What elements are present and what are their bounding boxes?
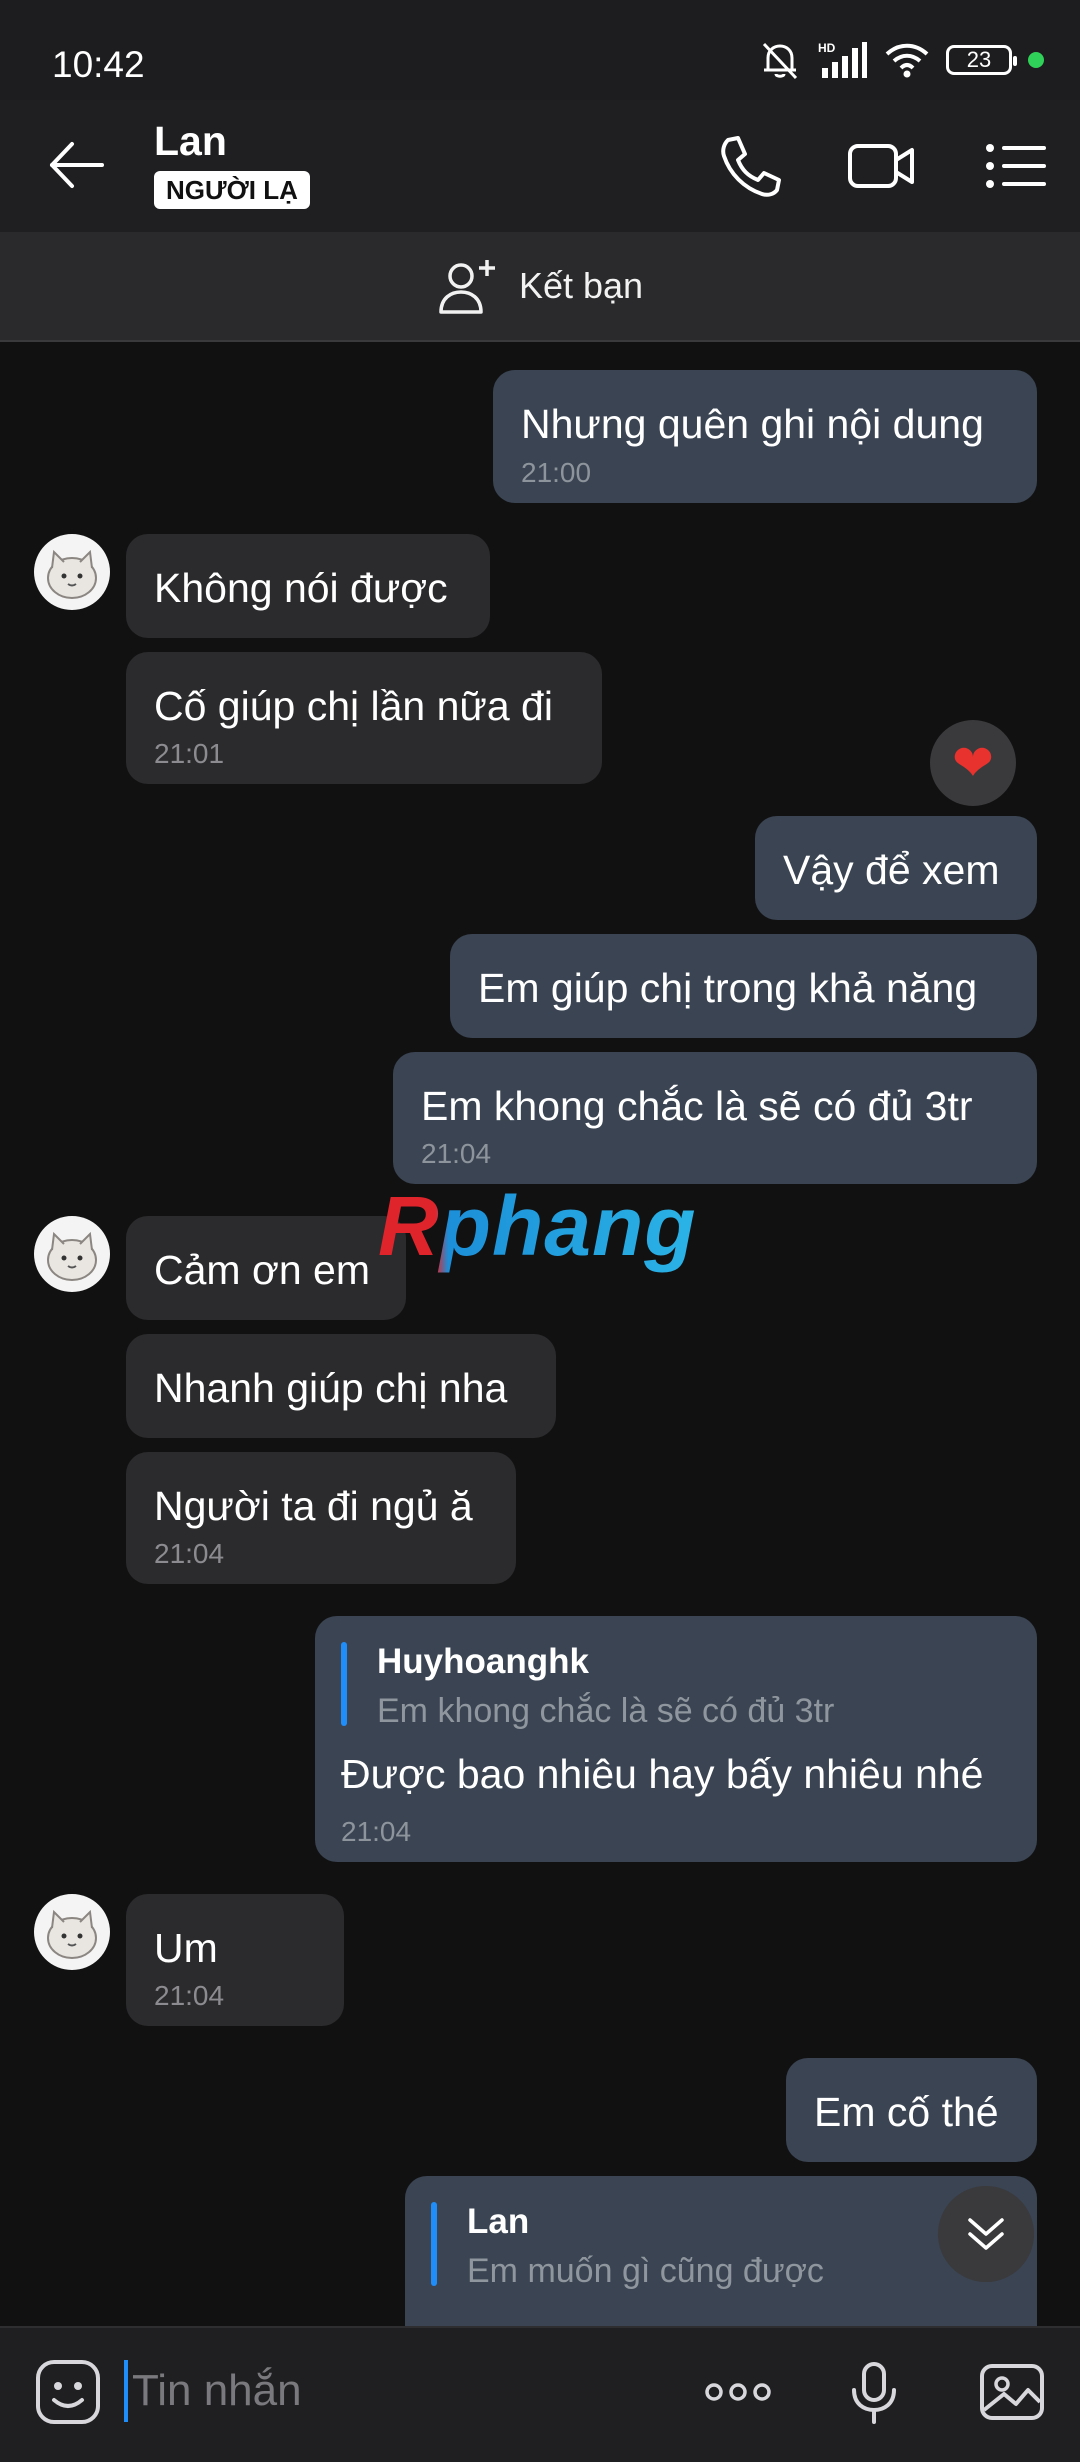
text-caret (124, 2360, 128, 2422)
incoming-message[interactable]: Nhanh giúp chị nha (126, 1334, 556, 1438)
watermark: Rphang (378, 1179, 697, 1273)
message-time: 21:01 (154, 738, 225, 769)
menu-list-icon[interactable] (980, 130, 1052, 202)
quote-text: Em khong chắc là sẽ có đủ 3tr (377, 1692, 835, 1730)
status-icons: HD 23 (758, 40, 1044, 80)
incoming-message[interactable]: Um 21:04 (126, 1894, 344, 2026)
message-time: 21:04 (421, 1138, 492, 1169)
incoming-message[interactable]: Cố giúp chị lần nữa đi 21:01 (126, 652, 602, 784)
quote-author: Lan (467, 2202, 530, 2241)
emoji-sticker-icon[interactable] (30, 2354, 106, 2430)
outgoing-message[interactable]: Em khong chắc là sẽ có đủ 3tr 21:04 (393, 1052, 1037, 1184)
message-time: 21:04 (154, 1538, 225, 1569)
add-friend-label: Kết bạn (518, 265, 644, 306)
image-gallery-icon[interactable] (974, 2354, 1050, 2430)
stranger-badge: NGƯỜI LẠ (154, 171, 310, 209)
incoming-message[interactable]: Không nói được (126, 534, 490, 638)
message-text: Um (154, 1925, 218, 1971)
message-time: 21:00 (521, 457, 592, 488)
network-type-label: HD (818, 41, 836, 55)
quote-author: Huyhoanghk (377, 1642, 589, 1681)
add-friend-icon (439, 260, 495, 314)
message-text: Em giúp chị trong khả năng (478, 965, 978, 1011)
signal-icon: HD (818, 41, 867, 78)
battery-level: 23 (966, 47, 992, 72)
message-text: Cố giúp chị lần nữa đi (154, 683, 553, 729)
avatar[interactable] (34, 1216, 110, 1292)
quote-text: Em muốn gì cũng được (467, 2252, 824, 2290)
message-text: Nhanh giúp chị nha (154, 1365, 508, 1411)
scroll-to-bottom-button[interactable] (938, 2186, 1034, 2282)
message-text: Cảm ơn em (154, 1247, 370, 1293)
cat-avatar-icon (47, 1909, 97, 1959)
cat-avatar-icon (47, 1231, 97, 1281)
message-text: Nhưng quên ghi nội dung (521, 401, 984, 447)
outgoing-message[interactable]: Em cố thé (786, 2058, 1037, 2162)
contact-name[interactable]: Lan (154, 118, 227, 165)
quote-bar (341, 1642, 347, 1726)
message-text: Em cố thé (814, 2089, 999, 2135)
cat-avatar-icon (47, 549, 97, 599)
heart-reaction-icon[interactable]: ❤ (930, 720, 1016, 806)
outgoing-reply-message[interactable]: Huyhoanghk Em khong chắc là sẽ có đủ 3tr… (315, 1616, 1037, 1862)
message-text: Được bao nhiêu hay bấy nhiêu nhé (341, 1751, 984, 1797)
message-text: Em khong chắc là sẽ có đủ 3tr (421, 1083, 973, 1129)
outgoing-message[interactable]: Em giúp chị trong khả năng (450, 934, 1037, 1038)
phone-icon[interactable] (714, 130, 786, 202)
outgoing-message[interactable]: Nhưng quên ghi nội dung 21:00 (493, 370, 1037, 503)
mute-bell-icon (762, 42, 798, 80)
microphone-icon[interactable] (836, 2354, 912, 2430)
quote-bar (431, 2202, 437, 2286)
back-arrow-icon[interactable] (44, 132, 110, 198)
outgoing-message[interactable]: Vậy để xem (755, 816, 1037, 920)
message-text: Không nói được (154, 565, 448, 611)
avatar[interactable] (34, 534, 110, 610)
wifi-icon (885, 43, 929, 78)
video-camera-icon[interactable] (846, 130, 918, 202)
message-text: Người ta đi ngủ ă (154, 1483, 473, 1529)
incoming-message[interactable]: Người ta đi ngủ ă 21:04 (126, 1452, 516, 1584)
privacy-indicator-dot (1028, 52, 1044, 68)
add-friend-button[interactable]: Kết bạn (0, 232, 1080, 340)
message-time: 21:04 (154, 1980, 225, 2011)
message-time: 21:04 (341, 1816, 412, 1847)
avatar[interactable] (34, 1894, 110, 1970)
more-options-icon[interactable] (700, 2354, 776, 2430)
message-input[interactable]: Tin nhắn (132, 2366, 302, 2416)
battery-icon: 23 (946, 45, 1017, 75)
status-time: 10:42 (52, 44, 145, 85)
incoming-message[interactable]: Cảm ơn em (126, 1216, 406, 1320)
message-text: Vậy để xem (783, 847, 1000, 893)
